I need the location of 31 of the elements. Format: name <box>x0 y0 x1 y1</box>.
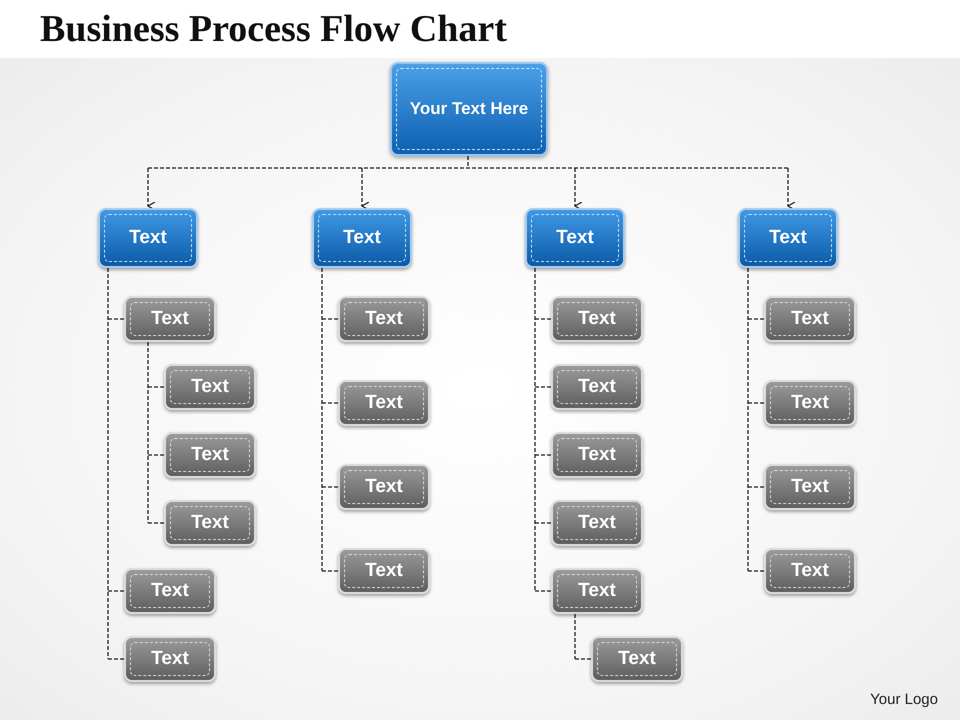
step-node: Text <box>551 296 643 342</box>
step-node: Text <box>551 364 643 410</box>
step-node: Text <box>338 548 430 594</box>
step-node: Text <box>764 464 856 510</box>
connector-arrow <box>787 168 796 211</box>
step-node: Text <box>124 296 216 342</box>
step-node: Text <box>338 380 430 426</box>
branch-node: Text <box>98 208 198 268</box>
step-node: Text <box>551 500 643 546</box>
slide-title: Business Process Flow Chart <box>40 7 507 51</box>
step-node: Text <box>124 636 216 682</box>
branch-node: Text <box>312 208 412 268</box>
step-node: Text <box>164 364 256 410</box>
branch-node: Text <box>738 208 838 268</box>
step-node: Text <box>164 500 256 546</box>
step-node: Text <box>551 432 643 478</box>
step-node: Text <box>764 380 856 426</box>
step-node: Text <box>338 296 430 342</box>
root-node: Your Text Here <box>390 62 548 156</box>
branch-node: Text <box>525 208 625 268</box>
step-node: Text <box>764 296 856 342</box>
step-node: Text <box>764 548 856 594</box>
logo-text: Your Logo <box>870 691 938 708</box>
connector-arrow <box>361 168 370 211</box>
step-node: Text <box>591 636 683 682</box>
connector-arrow <box>574 168 583 211</box>
step-node: Text <box>338 464 430 510</box>
step-node: Text <box>164 432 256 478</box>
step-node: Text <box>124 568 216 614</box>
step-node: Text <box>551 568 643 614</box>
connector-arrow <box>147 168 156 211</box>
